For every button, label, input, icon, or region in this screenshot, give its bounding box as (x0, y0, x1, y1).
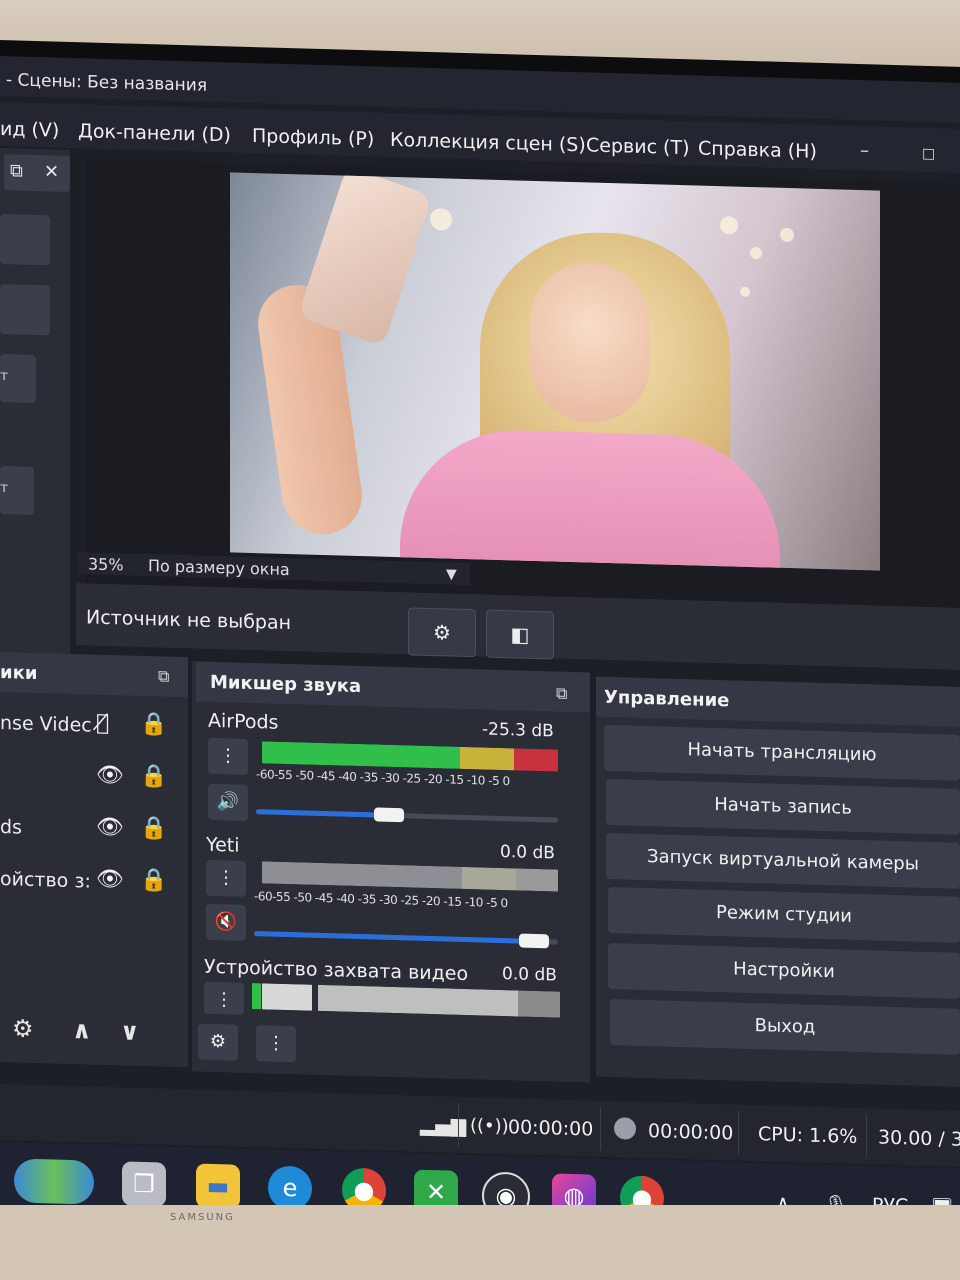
lock-icon[interactable]: 🔒 (140, 764, 167, 790)
undock-icon[interactable]: ⧉ (10, 160, 23, 181)
eye-icon[interactable]: 👁 (96, 815, 124, 841)
mixer-channel-name: Yeti (206, 833, 240, 857)
exit-button[interactable]: Выход (610, 999, 960, 1055)
record-status-icon (614, 1117, 636, 1140)
monitor-brand: SAMSUNG (170, 1212, 235, 1223)
gear-icon: ⚙ (209, 1030, 227, 1053)
scene-item[interactable] (0, 284, 50, 336)
more-vertical-icon: ⋮ (215, 989, 233, 1011)
mute-button[interactable]: 🔇 (206, 903, 246, 941)
scene-item[interactable] (0, 214, 50, 266)
controls-panel-title: Управление (604, 686, 730, 712)
mixer-channel-menu-button[interactable]: ⋮ (204, 981, 244, 1015)
more-vertical-icon: ⋮ (219, 745, 237, 767)
mixer-settings-button[interactable]: ⚙ (198, 1023, 238, 1061)
menu-tools[interactable]: Сервис (T) (586, 134, 689, 159)
gear-icon: ⚙ (433, 620, 451, 645)
scene-item-label: т (0, 368, 9, 385)
widgets-icon[interactable] (14, 1158, 94, 1205)
fps-readout: 30.00 / 30 (878, 1126, 960, 1152)
zoom-percent: 35% (88, 554, 124, 575)
camera-preview-image (230, 172, 880, 571)
move-up-icon[interactable]: ∧ (72, 1016, 92, 1045)
mixer-menu-button[interactable]: ⋮ (256, 1025, 296, 1063)
source-row-label[interactable]: nse Videc (0, 712, 92, 737)
file-explorer-icon[interactable]: ▬ (196, 1163, 240, 1209)
lock-icon[interactable]: 🔒 (140, 816, 167, 842)
record-time: 00:00:00 (648, 1120, 734, 1145)
window-title: - Сцены: Без названия (6, 70, 208, 96)
zoom-mode-select[interactable]: По размеру окна (148, 556, 290, 579)
more-vertical-icon: ⋮ (217, 867, 235, 889)
start-recording-button[interactable]: Начать запись (606, 778, 960, 835)
move-down-icon[interactable]: ∨ (120, 1017, 140, 1046)
scene-item-label: т (0, 480, 9, 497)
source-row-label[interactable]: ойство з: (0, 868, 91, 893)
close-icon[interactable]: ✕ (44, 161, 59, 182)
start-virtual-camera-button[interactable]: Запуск виртуальной камеры (606, 832, 960, 889)
mute-button[interactable]: 🔊 (208, 783, 248, 821)
eye-icon[interactable]: 👁 (96, 867, 124, 893)
scene-item[interactable]: т (0, 354, 36, 404)
mixer-channel-menu-button[interactable]: ⋮ (208, 737, 248, 775)
source-filters-button[interactable]: ◧ (486, 609, 554, 660)
more-vertical-icon: ⋮ (267, 1032, 285, 1054)
mixer-channel-name: AirPods (208, 709, 279, 734)
edge-icon[interactable]: e (268, 1165, 312, 1211)
eye-off-icon[interactable]: 👁̸ (96, 711, 109, 736)
menu-help[interactable]: Справка (H) (698, 137, 817, 162)
eye-icon[interactable]: 👁 (96, 763, 124, 789)
network-signal-icon: ▂▄▆ (420, 1111, 467, 1138)
undock-icon[interactable]: ⧉ (556, 684, 567, 704)
source-properties-button[interactable]: ⚙ (408, 607, 476, 658)
scenes-dock-header: ⧉ ✕ (4, 154, 70, 192)
volume-slider-handle[interactable] (518, 933, 549, 949)
speaker-icon: 🔊 (216, 791, 240, 813)
stream-time: 00:00:00 (508, 1116, 594, 1141)
scene-item[interactable]: т (0, 466, 34, 515)
gear-icon[interactable]: ⚙ (12, 1014, 34, 1043)
volume-slider-handle[interactable] (373, 807, 404, 823)
minimize-button[interactable]: – (860, 140, 869, 161)
menu-view[interactable]: ид (V) (0, 118, 59, 142)
maximize-button[interactable]: □ (922, 146, 935, 162)
monitor-stand (0, 1205, 960, 1280)
settings-button[interactable]: Настройки (608, 942, 960, 999)
mixer-channel-db: -25.3 dB (482, 719, 554, 742)
cpu-usage: CPU: 1.6% (758, 1123, 858, 1148)
source-row-label[interactable]: ds (0, 816, 22, 839)
filter-icon: ◧ (510, 622, 530, 647)
monitor: - Сцены: Без названия ид (V) Док-панели … (0, 40, 960, 1247)
stream-status-icon: ((•)) (470, 1115, 509, 1138)
chevron-down-icon[interactable]: ▼ (446, 566, 457, 582)
screen: - Сцены: Без названия ид (V) Док-панели … (0, 56, 960, 1233)
lock-icon[interactable]: 🔒 (140, 712, 167, 738)
menu-docks[interactable]: Док-панели (D) (78, 120, 231, 146)
lock-icon[interactable]: 🔒 (140, 868, 167, 894)
audio-mixer-title: Микшер звука (210, 671, 362, 698)
studio-mode-button[interactable]: Режим студии (608, 886, 960, 943)
menu-profile[interactable]: Профиль (P) (252, 125, 374, 150)
mixer-channel-db: 0.0 dB (500, 841, 555, 864)
undock-icon[interactable]: ⧉ (158, 666, 169, 686)
speaker-muted-icon: 🔇 (214, 910, 238, 933)
task-view-icon[interactable]: ❐ (122, 1161, 166, 1207)
sources-panel-title: ики (0, 662, 38, 685)
mixer-channel-db: 0.0 dB (502, 964, 557, 986)
mixer-channel-menu-button[interactable]: ⋮ (206, 859, 246, 897)
